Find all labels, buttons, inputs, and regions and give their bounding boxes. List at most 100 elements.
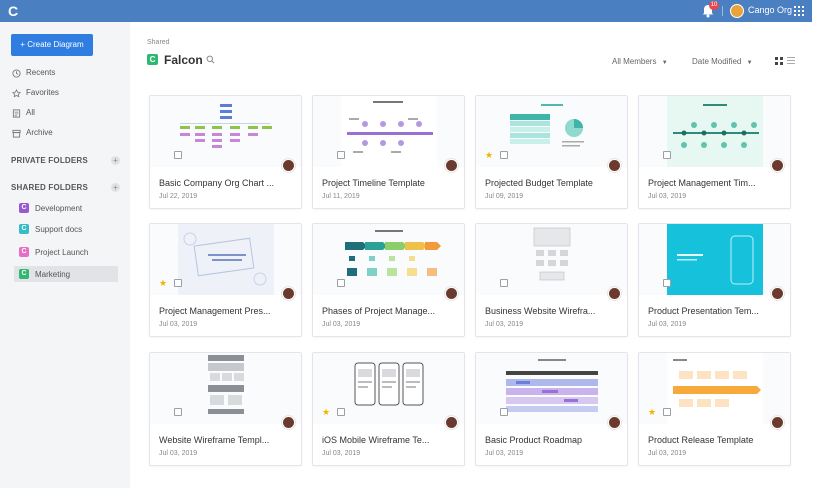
diagram-card[interactable]: Phases of Project Manage... Jul 03, 2019	[312, 223, 465, 337]
diagram-card[interactable]: Website Wireframe Templ... Jul 03, 2019	[149, 352, 302, 466]
diagram-card[interactable]: ★ iOS Mobile Wireframe Te... Jul 03, 201…	[312, 352, 465, 466]
nav-label: Favorites	[26, 88, 59, 97]
nav-recents[interactable]: Recents	[12, 66, 55, 80]
star-icon	[12, 88, 21, 97]
card-title[interactable]: Basic Product Roadmap	[485, 435, 617, 445]
breadcrumb[interactable]: Shared	[147, 39, 170, 46]
top-bar: C 10 Cango Org	[0, 0, 812, 22]
nav-label: Recents	[26, 68, 56, 77]
card-title[interactable]: Website Wireframe Templ...	[159, 435, 291, 445]
select-checkbox[interactable]	[174, 151, 182, 159]
avatar	[608, 287, 621, 300]
avatar	[445, 287, 458, 300]
select-checkbox[interactable]	[663, 408, 671, 416]
org-name[interactable]: Cango Org	[748, 5, 792, 15]
card-date: Jul 03, 2019	[648, 193, 687, 200]
diagram-card[interactable]: ★ Project Management Pres... Jul 03, 201…	[149, 223, 302, 337]
folder-label: Marketing	[35, 269, 71, 279]
card-title[interactable]: Project Management Pres...	[159, 306, 291, 316]
avatar	[771, 287, 784, 300]
add-private-folder-button[interactable]: +	[111, 156, 120, 165]
add-shared-folder-button[interactable]: +	[111, 183, 120, 192]
favorite-star-icon[interactable]: ★	[159, 279, 167, 288]
apps-grid-icon[interactable]	[794, 6, 804, 16]
select-checkbox[interactable]	[174, 279, 182, 287]
org-avatar[interactable]	[730, 4, 744, 18]
website-wireframe-thumbnail	[533, 227, 571, 281]
avatar	[771, 416, 784, 429]
avatar	[282, 416, 295, 429]
window-bottom-edge	[0, 488, 816, 502]
avatar	[608, 159, 621, 172]
nav-favorites[interactable]: Favorites	[12, 86, 59, 100]
select-checkbox[interactable]	[663, 151, 671, 159]
card-title[interactable]: Product Presentation Tem...	[648, 306, 780, 316]
divider	[722, 6, 723, 16]
diagram-card[interactable]: Business Website Wirefra... Jul 03, 2019	[475, 223, 628, 337]
card-title[interactable]: Project Timeline Template	[322, 178, 454, 188]
card-title[interactable]: Project Management Tim...	[648, 178, 780, 188]
select-checkbox[interactable]	[500, 408, 508, 416]
folder-badge: C	[19, 269, 29, 279]
select-checkbox[interactable]	[663, 279, 671, 287]
select-checkbox[interactable]	[337, 279, 345, 287]
folder-marketing[interactable]: C Marketing	[14, 266, 118, 282]
pm-timeline-thumbnail	[667, 96, 763, 167]
search-icon[interactable]	[206, 55, 215, 64]
folder-development[interactable]: C Development	[18, 200, 122, 216]
select-checkbox[interactable]	[500, 151, 508, 159]
diagram-card[interactable]: ★ Product Release Template Jul 03, 2019	[638, 352, 791, 466]
card-date: Jul 03, 2019	[322, 321, 361, 328]
select-checkbox[interactable]	[500, 279, 508, 287]
roadmap-thumbnail	[506, 359, 598, 412]
diagram-card[interactable]: Basic Company Org Chart ... Jul 22, 2019	[149, 95, 302, 209]
chevron-down-icon: ▼	[661, 60, 668, 66]
app-logo[interactable]: C	[8, 3, 20, 19]
date-sort-filter[interactable]: Date Modified ▼	[692, 57, 753, 66]
document-icon	[12, 108, 21, 118]
diagram-card[interactable]: Basic Product Roadmap Jul 03, 2019	[475, 352, 628, 466]
create-diagram-button[interactable]: + Create Diagram	[11, 34, 93, 56]
chevron-down-icon: ▼	[746, 60, 753, 66]
avatar	[445, 416, 458, 429]
clock-icon	[12, 68, 21, 78]
folder-title-badge: C	[147, 54, 158, 65]
mobile-wireframe-thumbnail	[354, 362, 424, 406]
favorite-star-icon[interactable]: ★	[485, 151, 493, 160]
card-title[interactable]: Basic Company Org Chart ...	[159, 178, 291, 188]
folder-badge: C	[19, 247, 29, 257]
notification-badge: 10	[709, 1, 719, 10]
card-title[interactable]: Product Release Template	[648, 435, 780, 445]
card-title[interactable]: Phases of Project Manage...	[322, 306, 454, 316]
diagram-card[interactable]: Product Presentation Tem... Jul 03, 2019	[638, 223, 791, 337]
select-checkbox[interactable]	[337, 408, 345, 416]
card-date: Jul 03, 2019	[485, 321, 524, 328]
avatar	[282, 287, 295, 300]
archive-icon	[12, 129, 21, 138]
list-view-icon[interactable]	[787, 57, 795, 65]
card-thumbnail	[476, 353, 627, 424]
nav-all[interactable]: All	[12, 106, 35, 120]
nav-archive[interactable]: Archive	[12, 126, 53, 140]
diagram-card[interactable]: ★ Projected Budget Template Jul 09, 2019	[475, 95, 628, 209]
favorite-star-icon[interactable]: ★	[322, 408, 330, 417]
grid-view-icon[interactable]	[775, 57, 783, 65]
card-title[interactable]: iOS Mobile Wireframe Te...	[322, 435, 454, 445]
favorite-star-icon[interactable]: ★	[648, 408, 656, 417]
nav-label: Archive	[26, 128, 53, 137]
card-date: Jul 03, 2019	[159, 321, 198, 328]
card-title[interactable]: Business Website Wirefra...	[485, 306, 617, 316]
select-checkbox[interactable]	[337, 151, 345, 159]
folder-support-docs[interactable]: C Support docs	[18, 221, 122, 237]
page-title: Falcon	[164, 53, 203, 67]
card-date: Jul 22, 2019	[159, 193, 198, 200]
card-thumbnail	[476, 96, 627, 167]
card-title[interactable]: Projected Budget Template	[485, 178, 617, 188]
diagram-card[interactable]: Project Timeline Template Jul 11, 2019	[312, 95, 465, 209]
members-filter[interactable]: All Members ▼	[612, 57, 668, 66]
select-checkbox[interactable]	[174, 408, 182, 416]
private-folders-title: PRIVATE FOLDERS	[11, 156, 88, 165]
diagram-card[interactable]: Project Management Tim... Jul 03, 2019	[638, 95, 791, 209]
card-date: Jul 03, 2019	[648, 450, 687, 457]
folder-project-launch[interactable]: C Project Launch	[18, 244, 122, 260]
